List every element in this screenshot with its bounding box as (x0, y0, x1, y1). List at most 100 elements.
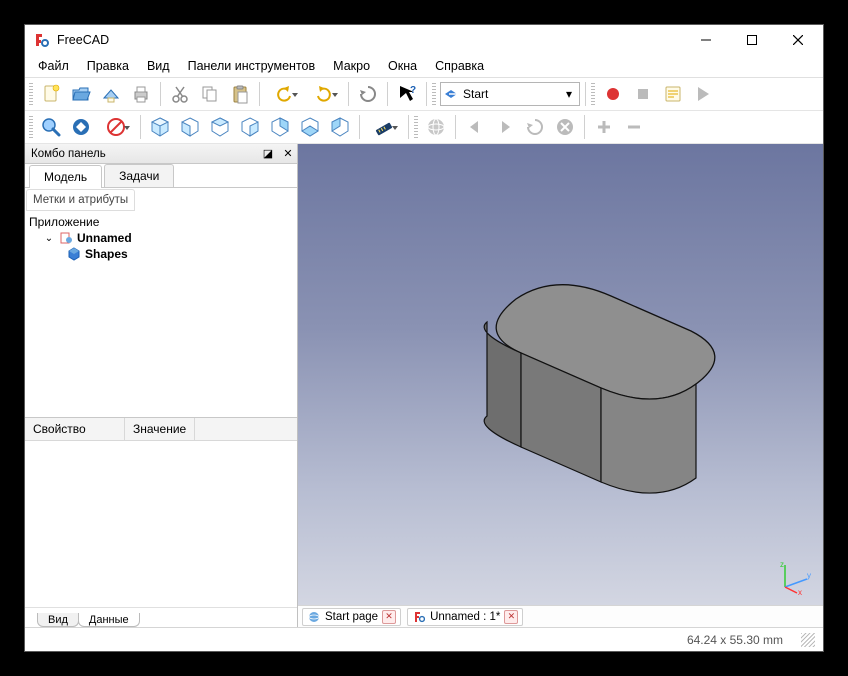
tab-view[interactable]: Вид (37, 613, 79, 627)
toolbar-file: ? Start ▾ (25, 78, 823, 111)
property-table: Свойство Значение (25, 417, 297, 607)
refresh-button[interactable] (354, 80, 382, 108)
freecad-icon (412, 610, 426, 624)
expand-icon[interactable]: ⌄ (43, 233, 55, 244)
application-window: FreeCAD Файл Правка Вид Панели инструмен… (24, 24, 824, 652)
window-title: FreeCAD (57, 33, 683, 47)
nav-back-button[interactable] (461, 113, 489, 141)
zoom-in-button[interactable] (590, 113, 618, 141)
tab-model[interactable]: Модель (29, 165, 102, 188)
print-button[interactable] (127, 80, 155, 108)
property-tabs: Вид Данные (25, 607, 297, 627)
toolbar-grip-icon[interactable] (29, 116, 33, 138)
toolbar-grip-icon[interactable] (414, 116, 418, 138)
view-area: z y x Start page ✕ Unnamed : 1* ✕ (298, 144, 823, 627)
paste-button[interactable] (226, 80, 254, 108)
menu-edit[interactable]: Правка (78, 57, 138, 75)
tree-document[interactable]: ⌄ Unnamed (29, 230, 293, 246)
tree-label: Shapes (85, 247, 128, 261)
app-icon (33, 32, 49, 48)
nav-forward-button[interactable] (491, 113, 519, 141)
doctab-unnamed[interactable]: Unnamed : 1* ✕ (407, 608, 523, 626)
doctab-label: Unnamed : 1* (430, 611, 500, 623)
toolbar-grip-icon[interactable] (591, 83, 595, 105)
tree-label: Unnamed (77, 231, 132, 245)
tree-root[interactable]: Приложение (29, 214, 293, 230)
toolbar-grip-icon[interactable] (432, 83, 436, 105)
maximize-button[interactable] (729, 26, 775, 54)
copy-button[interactable] (196, 80, 224, 108)
3d-viewport[interactable]: z y x (298, 144, 823, 605)
redo-button[interactable] (305, 80, 343, 108)
menu-view[interactable]: Вид (138, 57, 179, 75)
document-icon (59, 231, 73, 245)
resize-grip-icon[interactable] (801, 633, 815, 647)
close-icon[interactable]: ✕ (382, 610, 396, 624)
toolbar-view (25, 111, 823, 144)
cut-button[interactable] (166, 80, 194, 108)
tab-data[interactable]: Данные (78, 613, 140, 627)
shape-icon (67, 247, 81, 261)
status-coords: 64.24 x 55.30 mm (687, 633, 801, 647)
property-column-header[interactable]: Свойство (25, 418, 125, 440)
view-iso-button[interactable] (146, 113, 174, 141)
toolbar-area: ? Start ▾ (25, 77, 823, 144)
model-tree[interactable]: Метки и атрибуты Приложение ⌄ Unnamed (25, 188, 297, 417)
undo-button[interactable] (265, 80, 303, 108)
workbench-selector[interactable]: Start ▾ (440, 82, 580, 106)
web-home-button[interactable] (422, 113, 450, 141)
new-button[interactable] (37, 80, 65, 108)
nav-refresh-button[interactable] (521, 113, 549, 141)
panel-close-button[interactable]: ✕ (279, 146, 297, 162)
whatsthis-button[interactable]: ? (393, 80, 421, 108)
macro-edit-button[interactable] (659, 80, 687, 108)
menu-macro[interactable]: Макро (324, 57, 379, 75)
measure-button[interactable] (365, 113, 403, 141)
menu-help[interactable]: Справка (426, 57, 493, 75)
svg-text:?: ? (410, 85, 416, 96)
draw-style-button[interactable] (97, 113, 135, 141)
property-body[interactable] (25, 441, 297, 607)
svg-text:z: z (780, 560, 784, 569)
tab-tasks[interactable]: Задачи (104, 164, 174, 187)
titlebar: FreeCAD (25, 25, 823, 55)
document-tabs: Start page ✕ Unnamed : 1* ✕ (298, 605, 823, 627)
view-bottom-button[interactable] (296, 113, 324, 141)
combo-panel: Комбо панель ◪ ✕ Модель Задачи Метки и а… (25, 144, 298, 627)
combo-title-label: Комбо панель (31, 148, 106, 160)
view-top-button[interactable] (206, 113, 234, 141)
panel-float-button[interactable]: ◪ (259, 146, 277, 162)
doctab-label: Start page (325, 611, 378, 623)
open-button[interactable] (67, 80, 95, 108)
axis-triad: z y x (777, 559, 813, 595)
toolbar-grip-icon[interactable] (29, 83, 33, 105)
nav-stop-button[interactable] (551, 113, 579, 141)
macro-record-button[interactable] (599, 80, 627, 108)
menu-windows[interactable]: Окна (379, 57, 426, 75)
view-left-button[interactable] (326, 113, 354, 141)
combo-panel-title: Комбо панель ◪ ✕ (25, 144, 297, 164)
close-icon[interactable]: ✕ (504, 610, 518, 624)
zoom-fit-button[interactable] (37, 113, 65, 141)
svg-text:x: x (798, 588, 802, 595)
shape-3d (396, 244, 756, 524)
close-button[interactable] (775, 26, 821, 54)
tree-label: Приложение (29, 215, 99, 229)
view-front-button[interactable] (176, 113, 204, 141)
macro-stop-button[interactable] (629, 80, 657, 108)
macro-play-button[interactable] (689, 80, 717, 108)
view-right-button[interactable] (236, 113, 264, 141)
globe-icon (307, 610, 321, 624)
zoom-selection-button[interactable] (67, 113, 95, 141)
doctab-startpage[interactable]: Start page ✕ (302, 608, 401, 626)
tree-shape[interactable]: Shapes (29, 246, 293, 262)
menu-file[interactable]: Файл (29, 57, 78, 75)
minimize-button[interactable] (683, 26, 729, 54)
statusbar: 64.24 x 55.30 mm (25, 627, 823, 651)
menu-toolpanels[interactable]: Панели инструментов (179, 57, 325, 75)
save-button[interactable] (97, 80, 125, 108)
view-rear-button[interactable] (266, 113, 294, 141)
zoom-out-button[interactable] (620, 113, 648, 141)
workbench-label: Start (459, 87, 561, 101)
value-column-header[interactable]: Значение (125, 418, 195, 440)
